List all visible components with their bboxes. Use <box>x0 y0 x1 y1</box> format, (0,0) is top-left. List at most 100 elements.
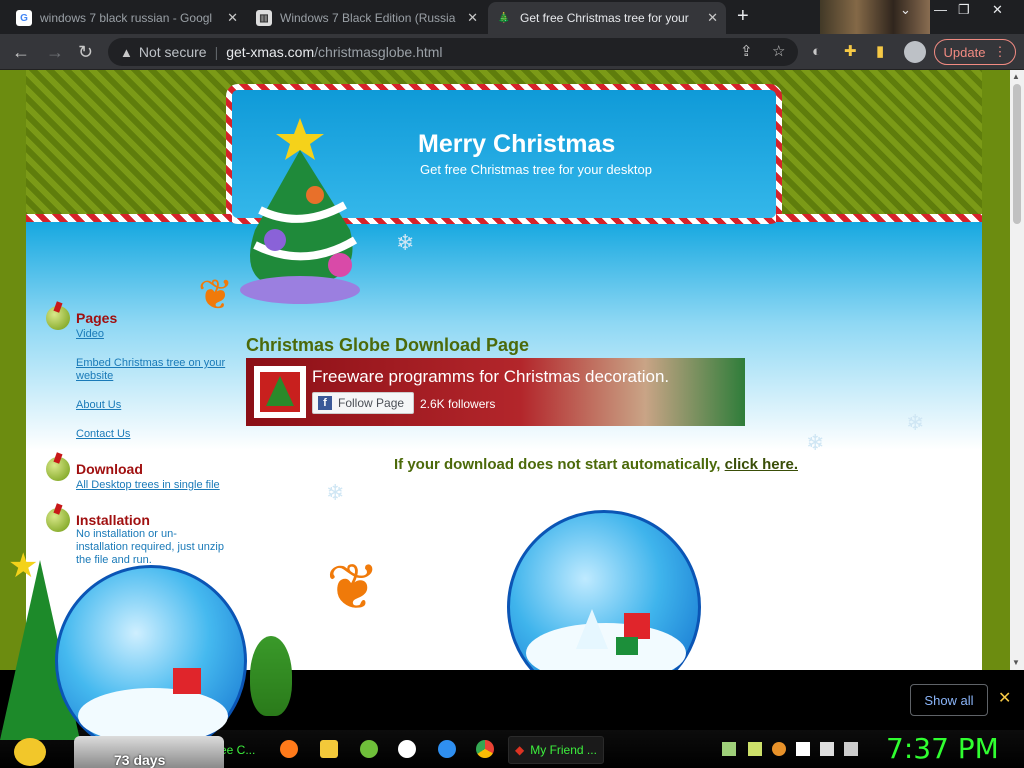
sidebar-section-download: Download <box>46 457 226 481</box>
click-here-link[interactable]: click here. <box>725 456 798 473</box>
sidebar-link-about[interactable]: About Us <box>76 399 226 412</box>
sidebar-link-contact[interactable]: Contact Us <box>76 428 226 441</box>
tab-strip: G windows 7 black russian - Googl ✕ ▥ Wi… <box>0 0 1024 34</box>
download-message-text: If your download does not start automati… <box>394 456 721 473</box>
sidebar-link-embed[interactable]: Embed Christmas tree on your website <box>76 357 226 383</box>
tabstrip-decoration <box>820 0 930 34</box>
desktop-globe-gadget[interactable] <box>55 565 247 757</box>
google-icon: G <box>16 10 32 26</box>
browser-icon[interactable] <box>438 740 456 758</box>
taskbar-label: My Friend ... <box>530 743 597 757</box>
chrome-icon[interactable] <box>476 740 494 758</box>
page-heading: Christmas Globe Download Page <box>246 335 530 355</box>
snowflake-decoration: ❄ <box>906 410 925 435</box>
ornament-icon <box>46 306 70 330</box>
url-host: get-xmas.com <box>226 44 315 60</box>
candy-cane-border-left <box>26 214 232 222</box>
ornament-icon <box>46 508 70 532</box>
parrot-gadget[interactable] <box>250 636 292 716</box>
tab-title: Get free Christmas tree for your <box>520 11 689 25</box>
download-message: If your download does not start automati… <box>394 456 798 473</box>
christmas-globe-image <box>507 510 701 670</box>
snowflake-decoration: ❄ <box>326 480 345 505</box>
sidebar: Pages Video Embed Christmas tree on your… <box>46 306 226 579</box>
follow-page-button[interactable]: f Follow Page <box>312 392 414 414</box>
address-separator: | <box>214 44 219 60</box>
snowflake-decoration: ❄ <box>806 430 825 455</box>
tab-windows-black-edition[interactable]: ▥ Windows 7 Black Edition (Russia ✕ <box>248 2 486 34</box>
close-window-button[interactable]: ✕ <box>992 2 1003 18</box>
tab-google-search[interactable]: G windows 7 black russian - Googl ✕ <box>8 2 246 34</box>
tray-tree-icon[interactable] <box>722 742 736 756</box>
page-thumbnail[interactable] <box>254 366 306 418</box>
warning-icon: ▲ <box>120 44 133 60</box>
facebook-page-widget[interactable]: Freeware programms for Christmas decorat… <box>246 358 745 426</box>
close-shelf-icon[interactable]: ✕ <box>998 688 1011 708</box>
address-bar[interactable]: ▲ Not secure | get-xmas.com /christmasgl… <box>108 38 798 66</box>
firefox-icon[interactable] <box>280 740 298 758</box>
followers-count: 2.6K followers <box>420 397 496 411</box>
tab-christmas-tree[interactable]: 🎄 Get free Christmas tree for your ✕ <box>488 2 726 34</box>
snowflake-decoration: ❄ <box>396 230 415 255</box>
close-tab-icon[interactable]: ✕ <box>227 10 238 26</box>
sidebar-heading: Download <box>76 461 143 477</box>
close-tab-icon[interactable]: ✕ <box>467 10 478 26</box>
globe-tree <box>576 609 608 649</box>
friend-icon: ◆ <box>515 743 525 757</box>
side-panel-icon[interactable]: ▮ <box>876 43 884 61</box>
profile-avatar[interactable] <box>904 41 926 63</box>
ornament-icon <box>46 457 70 481</box>
taskbar-item-my-friend[interactable]: ◆ My Friend ... <box>508 736 604 764</box>
scroll-up-icon[interactable]: ▲ <box>1012 72 1020 81</box>
scroll-thumb[interactable] <box>1013 84 1021 224</box>
fb-page-title[interactable]: Freeware programms for Christmas decorat… <box>312 367 669 387</box>
sidebar-heading: Installation <box>76 512 150 528</box>
globe-gift <box>616 637 638 655</box>
app-icon[interactable] <box>360 740 378 758</box>
sidebar-link-all-trees[interactable]: All Desktop trees in single file <box>76 479 226 492</box>
extensions-puzzle-icon[interactable]: ✚ <box>844 43 857 61</box>
restore-button[interactable]: ❐ <box>958 2 970 18</box>
forward-icon[interactable]: → <box>46 42 64 62</box>
network-icon[interactable] <box>820 742 834 756</box>
tree-icon: 🎄 <box>497 12 511 24</box>
gadget-gift <box>173 668 201 694</box>
site-title: Merry Christmas <box>418 130 616 158</box>
facebook-icon: f <box>318 396 332 410</box>
back-icon[interactable]: ← <box>12 42 30 62</box>
candy-cane-border-right <box>776 214 982 222</box>
url-path: /christmasglobe.html <box>314 44 443 60</box>
taskbar-clock[interactable]: 7:37 PM <box>886 732 999 765</box>
show-all-button[interactable]: Show all <box>910 684 988 716</box>
tray-search-icon[interactable] <box>772 742 786 756</box>
tray-app-icon[interactable] <box>748 742 762 756</box>
page-scrollbar[interactable]: ▲ ▼ <box>1010 70 1024 670</box>
smiley-icon[interactable] <box>14 738 46 766</box>
butterfly-decoration: ❦ <box>326 551 380 623</box>
globe-gift <box>624 613 650 639</box>
new-tab-button[interactable]: + <box>737 6 749 26</box>
scroll-down-icon[interactable]: ▼ <box>1012 658 1020 667</box>
star-icon: ★ <box>8 547 39 585</box>
volume-icon[interactable] <box>844 742 858 756</box>
update-label: Update <box>943 44 986 60</box>
browser-toolbar: ← → ↻ ▲ Not secure | get-xmas.com /chris… <box>0 34 1024 70</box>
sidebar-heading: Pages <box>76 310 118 326</box>
folder-icon[interactable] <box>320 740 338 758</box>
tray-flag-icon[interactable] <box>796 742 810 756</box>
update-button[interactable]: Update ⋮ <box>934 39 1016 65</box>
menu-icon: ⋮ <box>993 44 1007 59</box>
thumbnail-tree <box>266 376 294 406</box>
bank-icon: ▥ <box>256 10 272 26</box>
tab-search-icon[interactable]: ⌄ <box>900 2 911 18</box>
christmas-tree-image <box>240 118 360 304</box>
share-icon[interactable]: ⇪ <box>740 43 753 61</box>
close-tab-icon[interactable]: ✕ <box>707 10 718 26</box>
security-label[interactable]: Not secure <box>139 44 207 60</box>
minimize-button[interactable]: — <box>934 2 947 17</box>
sidebar-link-video[interactable]: Video <box>76 328 226 341</box>
extension-flag-icon[interactable]: ◐ <box>812 43 821 61</box>
reload-icon[interactable]: ↻ <box>78 42 93 62</box>
bookmark-star-icon[interactable]: ☆ <box>772 43 785 61</box>
yandex-icon[interactable] <box>398 740 416 758</box>
